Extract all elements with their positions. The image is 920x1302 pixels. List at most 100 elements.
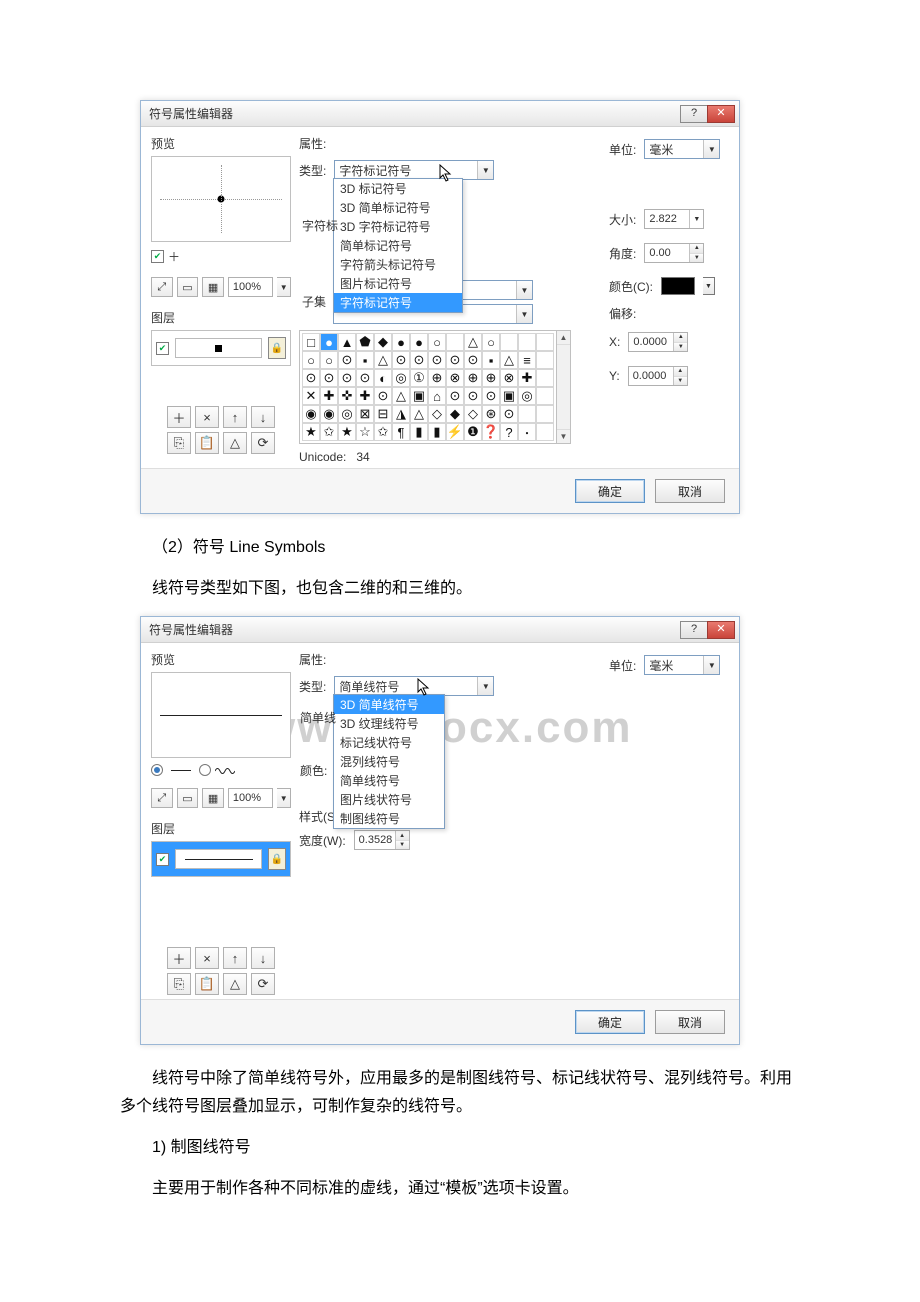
glyph-cell[interactable]: ◐: [374, 369, 392, 387]
type-combo[interactable]: 简单线符号 ▼: [334, 676, 494, 696]
x-input[interactable]: 0.0000▲▼: [628, 332, 688, 352]
glyph-cell[interactable]: ○: [428, 333, 446, 351]
glyph-cell[interactable]: ⚡: [446, 423, 464, 441]
glyph-cell[interactable]: ○: [320, 351, 338, 369]
glyph-cell[interactable]: ☆: [356, 423, 374, 441]
glyph-cell[interactable]: [518, 405, 536, 423]
preview-mode-solid-radio[interactable]: [151, 764, 163, 776]
glyph-cell[interactable]: ¶: [392, 423, 410, 441]
type-option[interactable]: 简单线符号: [334, 771, 444, 790]
layer-lock-icon[interactable]: 🔒: [268, 848, 286, 870]
zoom-dropdown[interactable]: ▼: [277, 277, 291, 297]
glyph-cell[interactable]: ⊙: [464, 351, 482, 369]
glyph-grid[interactable]: □●▲⬟◆●●○△○ ○○⊙▪△⊙⊙⊙⊙⊙▪△≡ ⊙⊙⊙⊙◐◎①⊕⊗⊕⊕⊗✚ ✕…: [299, 330, 557, 444]
glyph-cell[interactable]: △: [392, 387, 410, 405]
glyph-cell[interactable]: ⊗: [446, 369, 464, 387]
color-swatch[interactable]: [661, 277, 695, 295]
glyph-cell[interactable]: [536, 423, 554, 441]
layer-visible-check[interactable]: ✔: [156, 342, 169, 355]
glyph-cell[interactable]: ⊙: [428, 351, 446, 369]
help-button[interactable]: ?: [680, 621, 708, 639]
layer-refresh-button[interactable]: ⟳: [251, 432, 275, 454]
unit-combo[interactable]: 毫米 ▼: [644, 655, 720, 675]
glyph-cell[interactable]: [446, 333, 464, 351]
zoom-actual-button[interactable]: ▭: [177, 277, 199, 297]
type-option[interactable]: 3D 简单线符号: [334, 695, 444, 714]
layer-copy-button[interactable]: ⎘: [167, 973, 191, 995]
glyph-cell[interactable]: ⊙: [446, 387, 464, 405]
angle-input[interactable]: 0.00▲▼: [644, 243, 704, 263]
layer-paste-button[interactable]: 📋: [195, 973, 219, 995]
glyph-cell[interactable]: ●: [392, 333, 410, 351]
glyph-cell[interactable]: ⊕: [428, 369, 446, 387]
glyph-cell[interactable]: ◎: [338, 405, 356, 423]
glyph-cell[interactable]: ≡: [518, 351, 536, 369]
glyph-cell[interactable]: ⊙: [374, 387, 392, 405]
type-dropdown-list[interactable]: 简单线 颜色: 3D 简单线符号 3D 纹理线符号 标记线状符号 混列线符号 简…: [333, 694, 445, 829]
glyph-cell[interactable]: [536, 333, 554, 351]
glyph-cell[interactable]: ●: [320, 333, 338, 351]
scroll-down-icon[interactable]: ▼: [557, 429, 570, 443]
glyph-cell[interactable]: ◉: [320, 405, 338, 423]
preview-mode-wave-radio[interactable]: [199, 764, 211, 776]
zoom-fit-button[interactable]: ⤢: [151, 788, 173, 808]
glyph-cell[interactable]: ◉: [302, 405, 320, 423]
layer-add-button[interactable]: ＋: [167, 406, 191, 428]
glyph-cell[interactable]: ･: [518, 423, 536, 441]
cancel-button[interactable]: 取消: [655, 479, 725, 503]
glyph-cell[interactable]: ⌂: [428, 387, 446, 405]
glyph-cell[interactable]: ⊙: [338, 351, 356, 369]
glyph-cell[interactable]: [536, 387, 554, 405]
type-option[interactable]: 3D 纹理线符号: [334, 714, 444, 733]
type-option[interactable]: 制图线符号: [334, 809, 444, 828]
glyph-cell[interactable]: ✩: [320, 423, 338, 441]
glyph-cell[interactable]: ◮: [392, 405, 410, 423]
layer-copy-button[interactable]: ⎘: [167, 432, 191, 454]
glyph-cell[interactable]: △: [500, 351, 518, 369]
glyph-cell[interactable]: ✩: [374, 423, 392, 441]
layer-down-button[interactable]: ↓: [251, 947, 275, 969]
glyph-cell[interactable]: ⊙: [482, 387, 500, 405]
y-input[interactable]: 0.0000▲▼: [628, 366, 688, 386]
glyph-cell[interactable]: [536, 369, 554, 387]
ok-button[interactable]: 确定: [575, 1010, 645, 1034]
layer-delete-button[interactable]: ×: [195, 406, 219, 428]
layer-export-button[interactable]: △: [223, 432, 247, 454]
glyph-cell[interactable]: △: [410, 405, 428, 423]
type-option[interactable]: 图片线状符号: [334, 790, 444, 809]
glyph-cell[interactable]: ⊕: [482, 369, 500, 387]
glyph-cell[interactable]: ▣: [410, 387, 428, 405]
glyph-cell[interactable]: ⊙: [410, 351, 428, 369]
glyph-cell[interactable]: △: [374, 351, 392, 369]
glyph-cell[interactable]: ✚: [518, 369, 536, 387]
layers-list[interactable]: ✔ 🔒: [151, 841, 291, 877]
layer-lock-icon[interactable]: 🔒: [268, 337, 286, 359]
glyph-cell[interactable]: ⊙: [464, 387, 482, 405]
glyph-cell[interactable]: ⬟: [356, 333, 374, 351]
help-button[interactable]: ?: [680, 105, 708, 123]
zoom-value[interactable]: 100%: [228, 277, 273, 297]
preview-check[interactable]: ✔: [151, 250, 164, 263]
glyph-cell[interactable]: ⊕: [464, 369, 482, 387]
layer-up-button[interactable]: ↑: [223, 947, 247, 969]
glyph-cell[interactable]: ▪: [356, 351, 374, 369]
layer-visible-check[interactable]: ✔: [156, 853, 169, 866]
glyph-cell[interactable]: ?: [500, 423, 518, 441]
glyph-cell[interactable]: ▮: [410, 423, 428, 441]
titlebar[interactable]: 符号属性编辑器 ? ✕: [141, 617, 739, 643]
zoom-actual-button[interactable]: ▭: [177, 788, 199, 808]
glyph-cell[interactable]: [518, 333, 536, 351]
glyph-cell[interactable]: ◇: [428, 405, 446, 423]
glyph-cell[interactable]: ●: [410, 333, 428, 351]
glyph-cell[interactable]: □: [302, 333, 320, 351]
close-button[interactable]: ✕: [707, 105, 735, 123]
glyph-cell[interactable]: ▮: [428, 423, 446, 441]
glyph-cell[interactable]: ⊠: [356, 405, 374, 423]
glyph-cell[interactable]: ○: [302, 351, 320, 369]
glyph-cell[interactable]: ①: [410, 369, 428, 387]
zoom-dropdown[interactable]: ▼: [277, 788, 291, 808]
glyph-cell[interactable]: ✜: [338, 387, 356, 405]
ok-button[interactable]: 确定: [575, 479, 645, 503]
glyph-cell[interactable]: [536, 351, 554, 369]
type-combo[interactable]: 字符标记符号 ▼: [334, 160, 494, 180]
